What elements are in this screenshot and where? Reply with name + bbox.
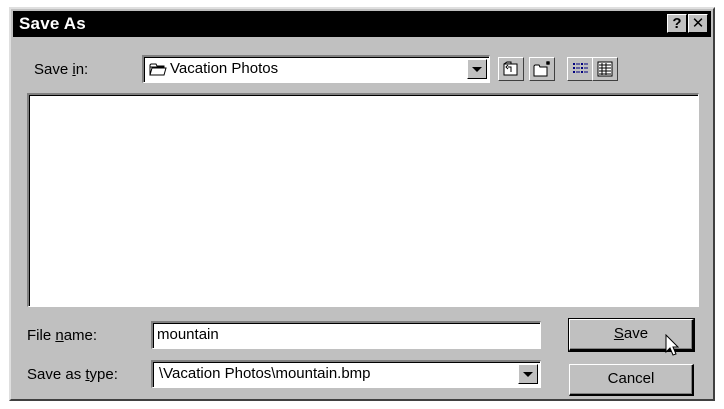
- help-icon: ?: [672, 15, 682, 32]
- folder-icon: [149, 62, 167, 81]
- save-in-dropdown-arrow[interactable]: [467, 59, 487, 79]
- details-view-button[interactable]: [592, 57, 618, 81]
- save-as-type-dropdown-arrow[interactable]: [518, 364, 538, 384]
- up-one-level-button[interactable]: [498, 57, 524, 81]
- save-in-value: Vacation Photos: [170, 60, 279, 77]
- close-icon: ✕: [691, 15, 705, 32]
- create-new-folder-button[interactable]: [529, 57, 555, 81]
- cancel-button[interactable]: Cancel: [569, 364, 694, 396]
- title-bar[interactable]: Save As ? ✕: [13, 11, 711, 37]
- file-name-value: mountain: [157, 326, 219, 343]
- file-name-label: File name:: [27, 327, 98, 344]
- list-view-button[interactable]: [567, 57, 593, 81]
- close-button[interactable]: ✕: [688, 14, 708, 33]
- save-as-dialog: Save As ? ✕ Save in: Vacation Photos Fil…: [9, 7, 715, 401]
- help-button[interactable]: ?: [667, 14, 687, 33]
- mouse-pointer-icon: [665, 333, 681, 363]
- save-as-type-dropdown[interactable]: \Vacation Photos\mountain.bmp: [151, 360, 541, 388]
- save-in-dropdown[interactable]: Vacation Photos: [142, 55, 490, 83]
- dialog-title: Save As: [19, 14, 86, 33]
- file-list[interactable]: [27, 93, 699, 307]
- save-as-type-label: Save as type:: [27, 366, 118, 383]
- file-name-input[interactable]: mountain: [151, 321, 541, 349]
- save-in-label: Save in:: [34, 61, 89, 78]
- save-as-type-value: \Vacation Photos\mountain.bmp: [159, 365, 371, 382]
